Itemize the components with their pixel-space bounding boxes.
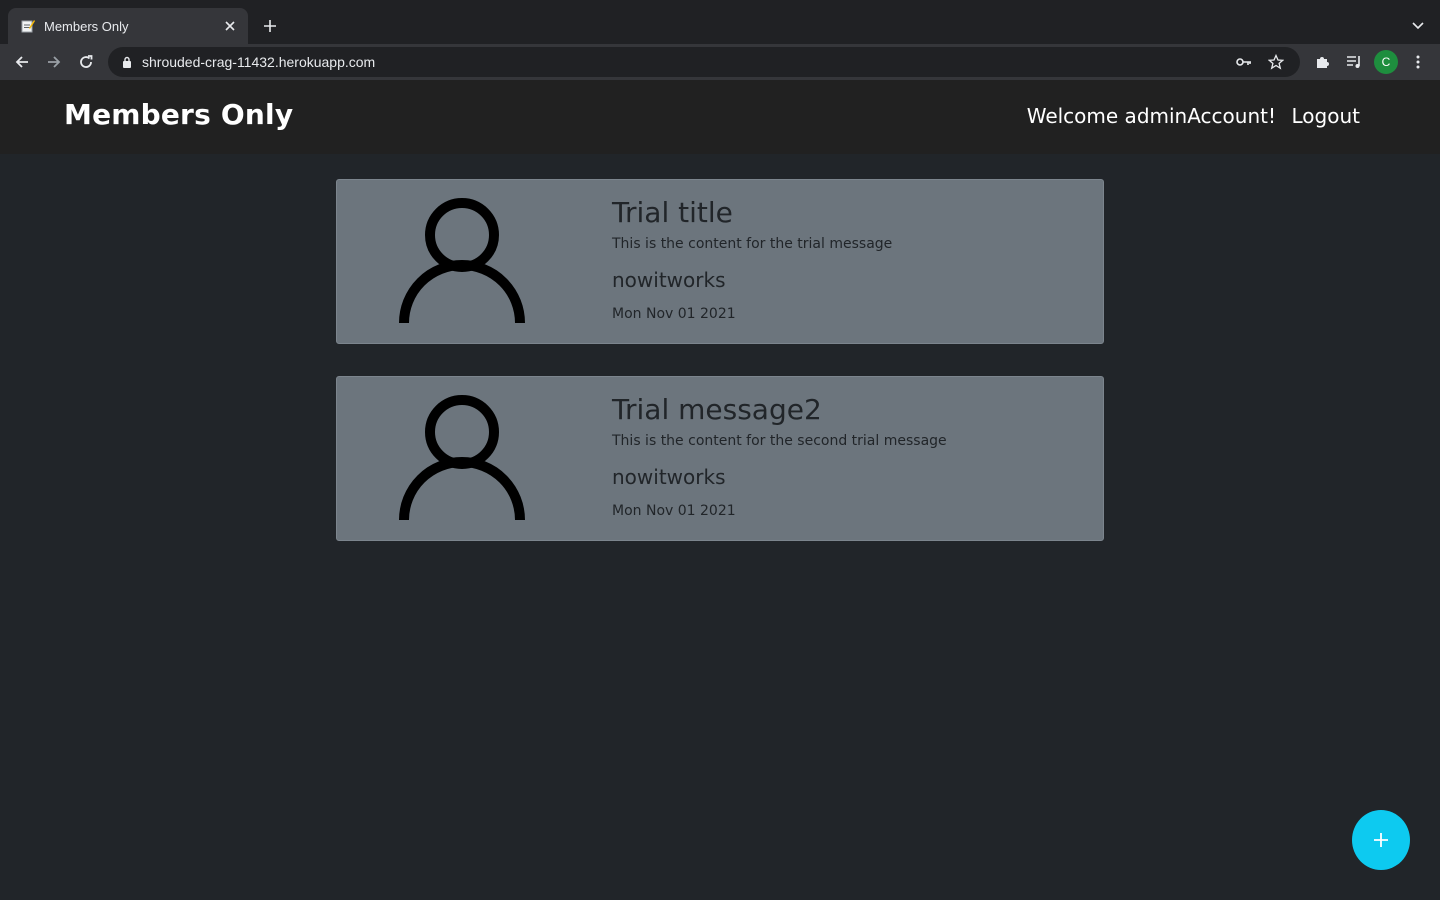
message-author: nowitworks (612, 268, 726, 292)
welcome-text: Welcome adminAccount! (1026, 104, 1276, 128)
tab-close-icon[interactable] (222, 18, 238, 34)
extensions-puzzle-icon[interactable] (1308, 48, 1336, 76)
plus-icon (1374, 833, 1388, 847)
message-title: Trial message2 (612, 393, 822, 426)
message-date: Mon Nov 01 2021 (612, 503, 736, 519)
tab-title: Members Only (44, 18, 129, 34)
media-queue-icon[interactable] (1340, 48, 1368, 76)
bookmark-star-icon[interactable] (1264, 50, 1288, 74)
tab-search-chevron-icon[interactable] (1406, 14, 1430, 38)
browser-toolbar: shrouded-crag-11432.herokuapp.com C (0, 44, 1440, 80)
navbar: Members Only Welcome adminAccount! Logou… (0, 80, 1440, 154)
message-date: Mon Nov 01 2021 (612, 306, 736, 322)
new-tab-plus-icon[interactable] (258, 14, 282, 38)
reload-icon[interactable] (72, 48, 100, 76)
browser-tab[interactable]: Members Only (8, 8, 248, 44)
user-avatar-icon (399, 198, 525, 324)
user-avatar-icon (399, 395, 525, 521)
browser-tabstrip: Members Only (0, 0, 1440, 44)
kebab-menu-icon[interactable] (1404, 48, 1432, 76)
lock-icon[interactable] (120, 55, 134, 69)
forward-arrow-icon[interactable] (40, 48, 68, 76)
message-card: Trial title This is the content for the … (336, 179, 1104, 344)
back-arrow-icon[interactable] (8, 48, 36, 76)
message-body: Trial title This is the content for the … (612, 194, 1093, 324)
message-title: Trial title (612, 196, 733, 229)
url-text[interactable]: shrouded-crag-11432.herokuapp.com (142, 54, 1224, 70)
address-bar[interactable]: shrouded-crag-11432.herokuapp.com (108, 47, 1300, 77)
message-text: This is the content for the second trial… (612, 433, 947, 449)
messages-list: Trial title This is the content for the … (336, 179, 1104, 573)
profile-avatar[interactable]: C (1374, 50, 1398, 74)
message-text: This is the content for the trial messag… (612, 236, 893, 252)
brand-link[interactable]: Members Only (64, 98, 293, 131)
message-card: Trial message2 This is the content for t… (336, 376, 1104, 541)
message-body: Trial message2 This is the content for t… (612, 391, 1093, 521)
notepad-favicon-icon (20, 18, 36, 34)
add-message-button[interactable] (1352, 810, 1410, 870)
message-author: nowitworks (612, 465, 726, 489)
logout-link[interactable]: Logout (1292, 104, 1360, 128)
key-icon[interactable] (1232, 50, 1256, 74)
